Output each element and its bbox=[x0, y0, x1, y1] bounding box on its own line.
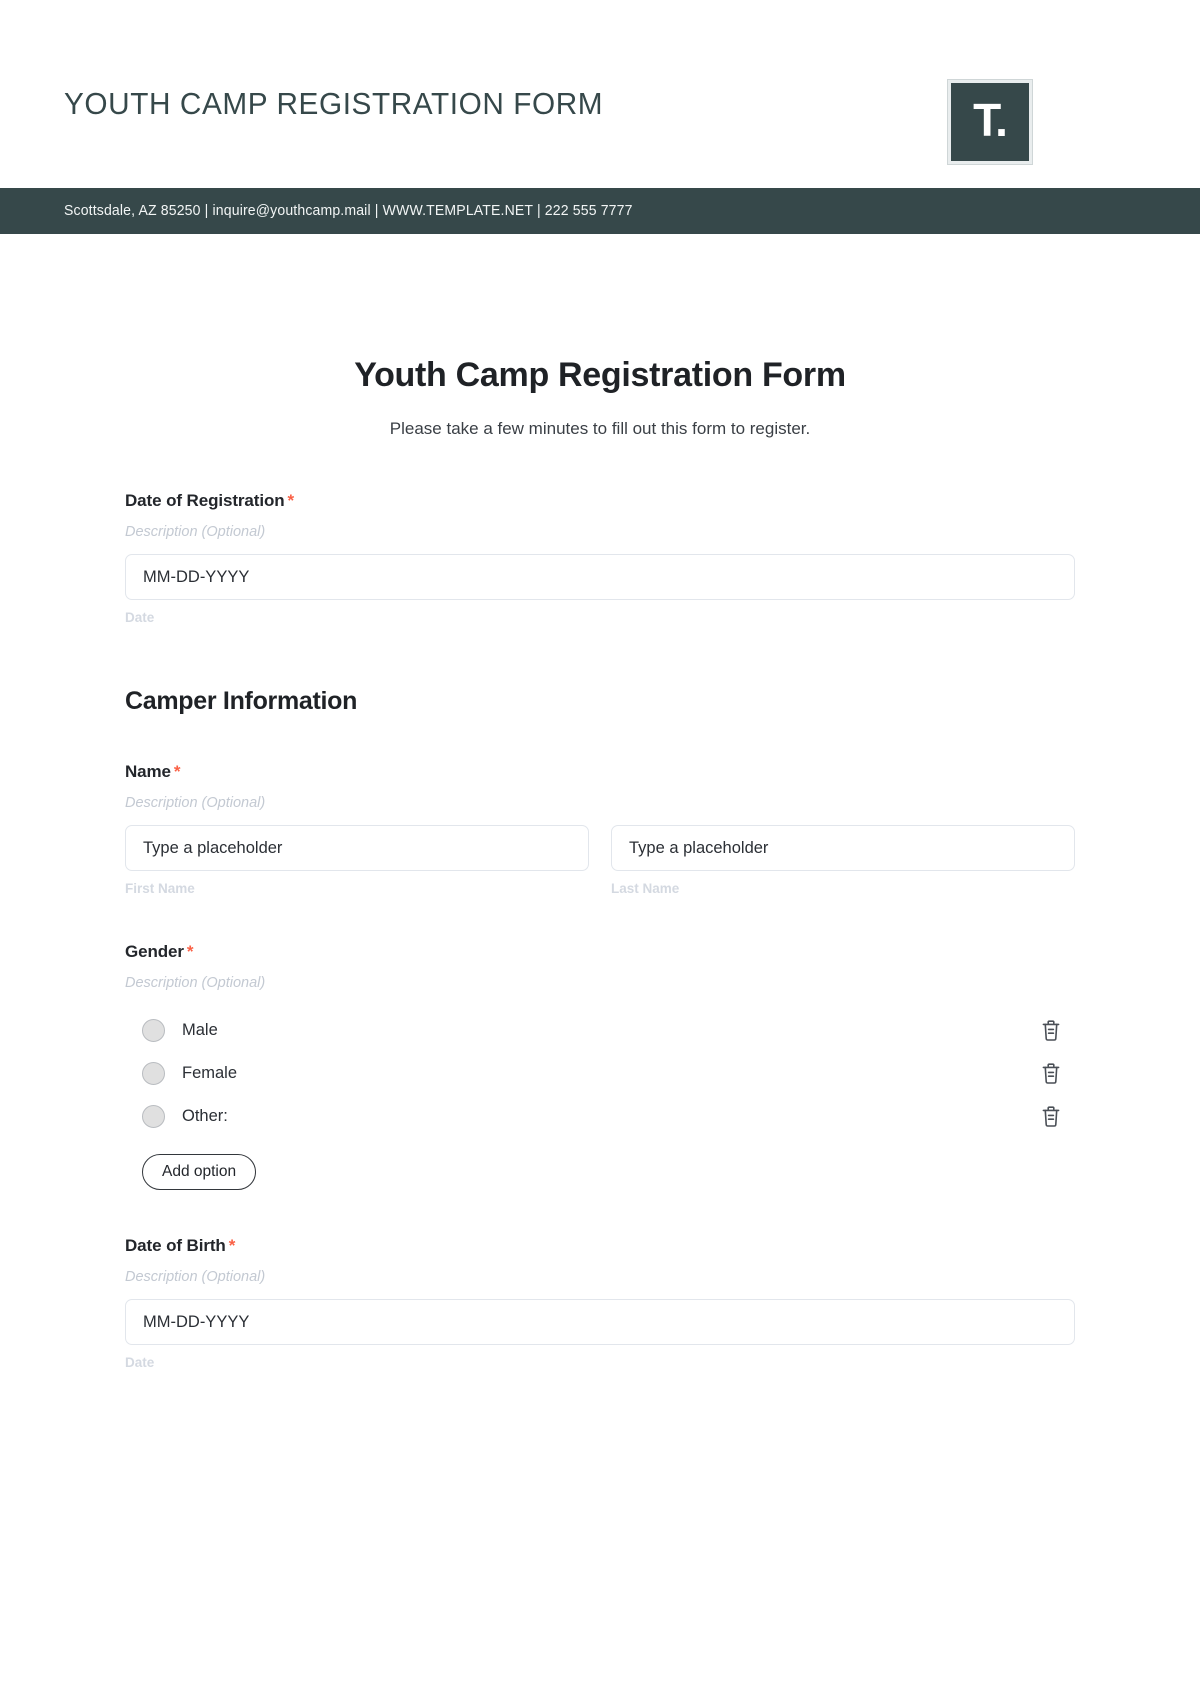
brand-logo: T. bbox=[947, 79, 1033, 165]
field-label-text: Name bbox=[125, 762, 171, 781]
option-row[interactable]: Other: bbox=[125, 1095, 1075, 1138]
required-asterisk: * bbox=[287, 491, 295, 510]
option-label: Female bbox=[182, 1064, 238, 1082]
first-name-group: Type a placeholder First Name bbox=[125, 825, 589, 896]
name-inputs-row: Type a placeholder First Name Type a pla… bbox=[125, 825, 1075, 896]
last-name-input[interactable]: Type a placeholder bbox=[611, 825, 1075, 871]
radio-button-icon[interactable] bbox=[142, 1062, 165, 1085]
letterhead: YOUTH CAMP REGISTRATION FORM T. bbox=[0, 0, 1200, 188]
field-description: Description (Optional) bbox=[125, 975, 266, 991]
field-label-text: Date of Birth bbox=[125, 1236, 226, 1255]
field-description: Description (Optional) bbox=[125, 1269, 266, 1285]
field-gender: Gender * Description (Optional) Male Fem… bbox=[125, 942, 1075, 1190]
field-date-of-birth: Date of Birth * Description (Optional) MM… bbox=[125, 1236, 1075, 1370]
page-subtitle: Please take a few minutes to fill out th… bbox=[389, 419, 811, 438]
contact-bar: Scottsdale, AZ 85250 | inquire@youthcamp… bbox=[0, 188, 1200, 234]
logo-glyph: T. bbox=[973, 94, 1008, 146]
field-description: Description (Optional) bbox=[125, 795, 266, 811]
option-row[interactable]: Female bbox=[125, 1052, 1075, 1095]
page-title: Youth Camp Registration Form bbox=[354, 356, 846, 394]
first-name-input[interactable]: Type a placeholder bbox=[125, 825, 589, 871]
date-of-birth-input[interactable]: MM-DD-YYYY bbox=[125, 1299, 1075, 1345]
input-sublabel: First Name bbox=[125, 881, 195, 896]
radio-button-icon[interactable] bbox=[142, 1105, 165, 1128]
delete-option-icon[interactable] bbox=[1041, 1105, 1061, 1128]
input-value: Type a placeholder bbox=[629, 838, 769, 857]
input-sublabel: Date bbox=[125, 610, 155, 625]
required-asterisk: * bbox=[173, 762, 181, 781]
field-date-of-registration: Date of Registration * Description (Optio… bbox=[125, 491, 1075, 625]
add-option-button[interactable]: Add option bbox=[142, 1154, 257, 1190]
last-name-group: Type a placeholder Last Name bbox=[611, 825, 1075, 896]
section-heading-camper-information: Camper Information bbox=[125, 687, 358, 715]
gender-option-list: Male Female Other: bbox=[125, 1009, 1075, 1138]
input-value: Type a placeholder bbox=[143, 838, 283, 857]
option-label: Male bbox=[182, 1021, 218, 1039]
radio-button-icon[interactable] bbox=[142, 1019, 165, 1042]
field-label: Gender * bbox=[125, 942, 1075, 962]
delete-option-icon[interactable] bbox=[1041, 1019, 1061, 1042]
field-label-text: Gender bbox=[125, 942, 184, 961]
date-of-registration-input[interactable]: MM-DD-YYYY bbox=[125, 554, 1075, 600]
input-value: MM-DD-YYYY bbox=[143, 1312, 250, 1331]
required-asterisk: * bbox=[186, 942, 194, 961]
input-sublabel: Date bbox=[125, 1355, 155, 1370]
contact-info-text: Scottsdale, AZ 85250 | inquire@youthcamp… bbox=[64, 203, 633, 219]
option-label: Other: bbox=[182, 1107, 228, 1125]
letterhead-title: YOUTH CAMP REGISTRATION FORM bbox=[64, 86, 604, 121]
field-label-text: Date of Registration bbox=[125, 491, 285, 510]
field-description: Description (Optional) bbox=[125, 524, 266, 540]
field-label: Date of Registration * bbox=[125, 491, 1075, 511]
field-label: Name * bbox=[125, 762, 1075, 782]
form-body: Youth Camp Registration Form Please take… bbox=[0, 356, 1200, 1370]
field-label: Date of Birth * bbox=[125, 1236, 1075, 1256]
field-name: Name * Description (Optional) Type a plac… bbox=[125, 762, 1075, 896]
form-page: YOUTH CAMP REGISTRATION FORM T. Scottsda… bbox=[0, 0, 1200, 1700]
option-row[interactable]: Male bbox=[125, 1009, 1075, 1052]
input-value: MM-DD-YYYY bbox=[143, 567, 250, 586]
required-asterisk: * bbox=[228, 1236, 236, 1255]
input-sublabel: Last Name bbox=[611, 881, 680, 896]
delete-option-icon[interactable] bbox=[1041, 1062, 1061, 1085]
